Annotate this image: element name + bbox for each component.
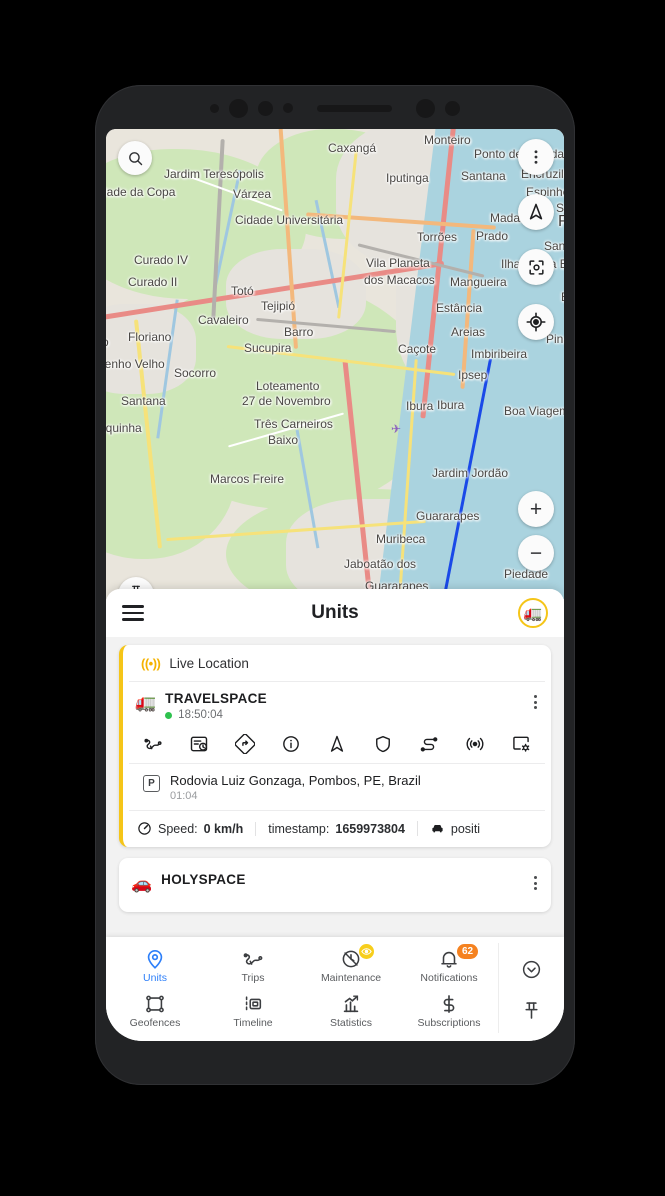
position-label: positi: [450, 821, 481, 836]
status-badge: [165, 711, 173, 719]
live-location-row: ((•)) Live Location: [129, 645, 545, 682]
bottom-nav-grid: Units Trips Maintenance 62 Notifications…: [106, 943, 498, 1033]
info-icon[interactable]: [281, 734, 301, 754]
map-fit-bounds-button[interactable]: [518, 249, 554, 285]
directions-icon[interactable]: [235, 734, 255, 754]
nav-item-statistics[interactable]: Statistics: [302, 988, 400, 1033]
avatar[interactable]: 🚛: [518, 598, 548, 628]
map-compass-button[interactable]: [518, 194, 554, 230]
sensor-dot: [283, 103, 293, 113]
notifications-badge: 62: [457, 944, 479, 959]
shield-icon[interactable]: [373, 734, 393, 754]
nav-item-geofences[interactable]: Geofences: [106, 988, 204, 1033]
unit-name: HOLYSPACE: [161, 872, 246, 887]
earpiece-speaker: [317, 104, 392, 112]
timeline-icon: [242, 993, 264, 1015]
zoom-in-label: +: [529, 497, 543, 521]
front-camera: [416, 98, 435, 118]
nav-label-notifications: Notifications: [420, 972, 478, 984]
route-points-icon[interactable]: [419, 734, 439, 754]
unit-overflow-menu-button[interactable]: [532, 872, 539, 894]
screenshot-root: ✈ CaxangáMonteiroPonto de ParadaJardim T…: [0, 0, 665, 1196]
map-view[interactable]: ✈ CaxangáMonteiroPonto de ParadaJardim T…: [106, 129, 564, 599]
unit-name: TRAVELSPACE: [165, 691, 267, 706]
nav-item-timeline[interactable]: Timeline: [204, 988, 302, 1033]
timestamp-label: timestamp:: [268, 821, 330, 836]
red-car-emoji: 🚗: [131, 874, 153, 893]
nav-label-maintenance: Maintenance: [320, 972, 382, 984]
speed-value: 0 km/h: [203, 821, 244, 836]
zoom-out-label: −: [529, 541, 543, 565]
speed-label: Speed:: [158, 821, 198, 836]
bar-chart-icon: [340, 993, 362, 1015]
unit-position-stat: positi: [416, 821, 492, 836]
unit-address-row: P Rodovia Luiz Gonzaga, Pombos, PE, Braz…: [129, 764, 545, 811]
unit-timestamp-stat: timestamp: 1659973804: [255, 821, 417, 836]
route-trip-icon: [242, 948, 264, 970]
speedometer-icon: [137, 821, 152, 836]
sheet-header: Units 🚛: [106, 589, 564, 637]
chevron-down-circle-icon[interactable]: [521, 959, 542, 980]
phone-screen: ✈ CaxangáMonteiroPonto de ParadaJardim T…: [106, 129, 564, 1041]
unit-actions-row[interactable]: [129, 728, 545, 764]
live-location-label: Live Location: [169, 656, 249, 671]
phone-top-bezel: [95, 85, 575, 131]
unit-timestamp: 18:50:04: [178, 709, 223, 721]
nav-label-geofences: Geofences: [129, 1017, 181, 1029]
timestamp-value: 1659973804: [335, 821, 405, 836]
nav-item-subscriptions[interactable]: Subscriptions: [400, 988, 498, 1033]
green-suv-emoji: 🚛: [135, 693, 157, 712]
polygon-icon: [144, 993, 166, 1015]
route-trip-icon[interactable]: [143, 734, 163, 754]
map-search-button[interactable]: [118, 141, 152, 175]
nav-label-statistics: Statistics: [329, 1017, 372, 1029]
nav-item-notifications[interactable]: 62 Notifications: [400, 943, 498, 988]
car-icon: [430, 821, 445, 836]
map-my-location-button[interactable]: [518, 304, 554, 340]
bottom-navigation[interactable]: Units Trips Maintenance 62 Notifications…: [106, 937, 564, 1041]
page-title: Units: [311, 602, 359, 623]
unit-stats-row: Speed: 0 km/h timestamp: 1659973804 posi…: [123, 811, 551, 847]
parking-icon: P: [143, 775, 160, 792]
nav-label-subscriptions: Subscriptions: [417, 1017, 481, 1029]
nav-label-timeline: Timeline: [233, 1017, 273, 1029]
phone-frame: ✈ CaxangáMonteiroPonto de ParadaJardim T…: [95, 85, 575, 1085]
unit-overflow-menu-button[interactable]: [532, 691, 539, 713]
menu-hamburger-icon[interactable]: [122, 605, 144, 621]
bottom-nav-side-controls: [498, 943, 564, 1033]
sensor-dot: [445, 100, 460, 116]
map-zoom-out-button[interactable]: −: [518, 535, 554, 571]
pushpin-icon[interactable]: [521, 1000, 542, 1021]
location-pin-icon: [144, 948, 166, 970]
nav-item-units[interactable]: Units: [106, 943, 204, 988]
unit-stop-duration: 01:04: [170, 790, 198, 802]
nav-item-trips[interactable]: Trips: [204, 943, 302, 988]
maintenance-badge: [359, 944, 374, 959]
navigate-icon[interactable]: [327, 734, 347, 754]
screen-settings-icon[interactable]: [511, 734, 531, 754]
nav-label-units: Units: [143, 972, 167, 984]
unit-card[interactable]: ((•)) Live Location 🚛 TRAVELSPACE 18:50:…: [119, 645, 551, 847]
unit-address: Rodovia Luiz Gonzaga, Pombos, PE, Brazil: [170, 773, 421, 788]
sensor-dot: [210, 103, 219, 113]
broadcast-icon[interactable]: [465, 734, 485, 754]
unit-speed-stat: Speed: 0 km/h: [137, 821, 255, 836]
unit-header-row[interactable]: 🚛 TRAVELSPACE 18:50:04: [123, 682, 551, 728]
nav-item-maintenance[interactable]: Maintenance: [302, 943, 400, 988]
map-zoom-in-button[interactable]: +: [518, 491, 554, 527]
green-suv-emoji: 🚛: [523, 605, 543, 622]
sensor-dot: [258, 100, 273, 116]
front-camera: [229, 98, 248, 118]
broadcast-icon: ((•)): [141, 656, 161, 671]
unit-card[interactable]: 🚗 HOLYSPACE: [119, 858, 551, 913]
unit-header-row[interactable]: 🚗 HOLYSPACE: [119, 858, 551, 912]
nav-label-trips: Trips: [241, 972, 265, 984]
history-log-icon[interactable]: [189, 734, 209, 754]
dollar-icon: [438, 993, 460, 1015]
map-overflow-menu-button[interactable]: [518, 139, 554, 175]
map-tiles: ✈: [106, 129, 564, 599]
